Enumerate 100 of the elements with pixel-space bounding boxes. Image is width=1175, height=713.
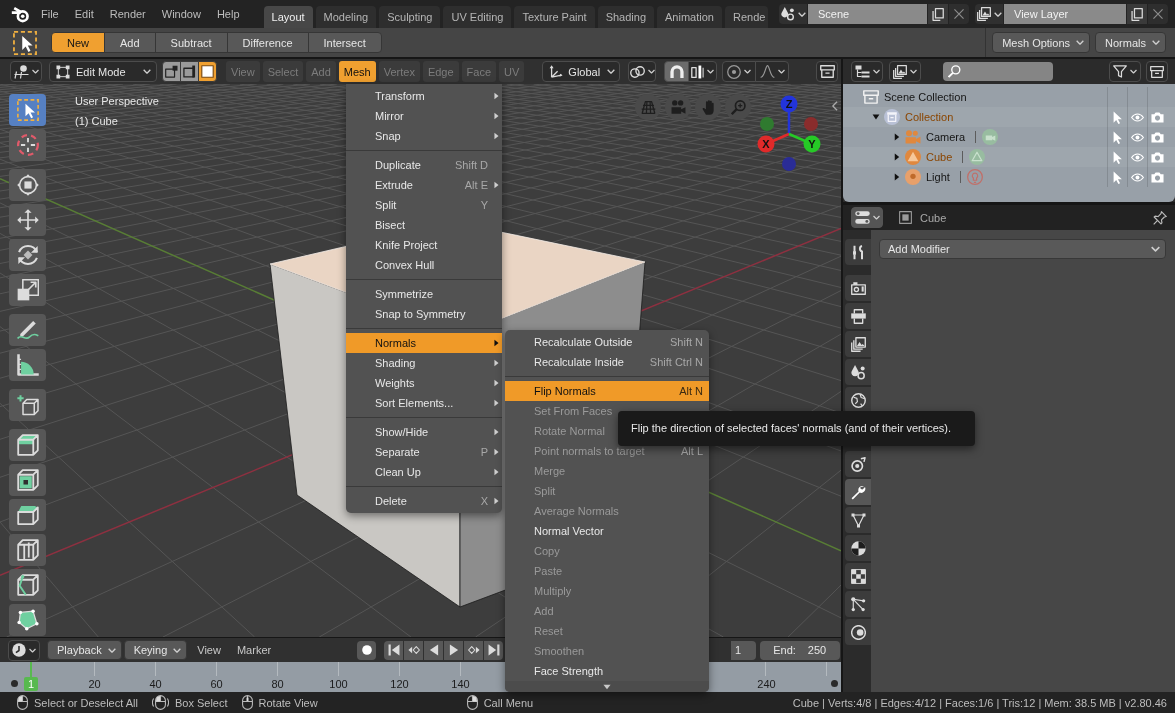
disclosure-triangle-icon[interactable] [894, 173, 900, 181]
editor-type-button[interactable] [8, 639, 40, 661]
workspace-tab[interactable]: Texture Paint [514, 6, 595, 28]
menu-item[interactable]: Knife Project [346, 235, 502, 255]
playback-button[interactable] [464, 640, 484, 660]
outliner-item[interactable]: Light [843, 167, 1175, 187]
select-mode-button[interactable] [180, 61, 199, 82]
snap-target-dropdown[interactable] [688, 61, 718, 82]
tool-button[interactable] [9, 314, 46, 346]
properties-tab[interactable] [845, 479, 871, 505]
browse-button[interactable] [779, 4, 807, 24]
menu-item[interactable]: Extrude Alt E [346, 175, 502, 195]
mode-button[interactable]: Difference [226, 32, 309, 53]
menu-item[interactable]: Snap [346, 126, 502, 146]
playback-button[interactable] [404, 640, 424, 660]
disclosure-triangle-icon[interactable] [894, 153, 900, 161]
menu-button[interactable]: File [33, 4, 67, 24]
properties-tab[interactable] [845, 535, 871, 561]
display-mode-dropdown[interactable] [851, 61, 883, 82]
workspace-tab[interactable]: Animation [657, 6, 722, 28]
proportional-edit-toggle[interactable] [722, 61, 757, 82]
menu-item[interactable]: Recalculate Outside Shift N [505, 332, 709, 352]
add-modifier-dropdown[interactable]: Add Modifier [879, 239, 1166, 259]
unlink-button[interactable] [949, 4, 969, 24]
menu-item[interactable]: Split Y [346, 195, 502, 215]
tool-button[interactable] [9, 349, 46, 381]
filter-dropdown[interactable] [1109, 61, 1141, 82]
properties-tab[interactable] [845, 619, 871, 645]
playback-button[interactable] [484, 640, 504, 660]
camera-icon[interactable] [1151, 130, 1164, 144]
axis-handle[interactable]: X [757, 132, 790, 153]
properties-tab[interactable] [845, 239, 871, 265]
workspace-tab[interactable]: UV Editing [443, 6, 512, 28]
tool-button[interactable] [9, 604, 46, 636]
axis-handle[interactable] [782, 157, 796, 171]
view-layer-dropdown[interactable] [889, 61, 921, 82]
tool-button[interactable] [9, 204, 46, 236]
cursor-arrow-icon[interactable] [1111, 170, 1124, 184]
menu-button[interactable]: Marker [228, 644, 280, 656]
properties-tab[interactable] [845, 275, 871, 301]
workspace-tab[interactable]: Sculpting [379, 6, 441, 28]
tool-button[interactable] [9, 169, 46, 201]
mode-button[interactable]: Subtract [154, 32, 228, 53]
menu-item[interactable]: Snap to Symmetry [346, 304, 502, 324]
menu-button[interactable]: Edit [66, 4, 102, 24]
cursor-arrow-icon[interactable] [1111, 130, 1124, 144]
tool-button[interactable] [9, 534, 46, 566]
playback-button[interactable] [384, 640, 404, 660]
properties-tab[interactable] [845, 451, 871, 477]
axis-handle[interactable]: Y [788, 132, 821, 153]
properties-tab[interactable] [845, 331, 871, 357]
menu-button[interactable]: View [189, 644, 229, 656]
menu-button[interactable]: Help [208, 4, 248, 24]
header-menu[interactable]: Mesh [338, 61, 376, 82]
menu-item[interactable]: Bisect [346, 215, 502, 235]
tool-button[interactable] [9, 239, 46, 271]
collapse-button[interactable] [816, 61, 838, 82]
start-frame-field[interactable]: 1 [731, 640, 757, 660]
properties-tab[interactable] [845, 303, 871, 329]
falloff-dropdown[interactable] [755, 61, 790, 82]
disclosure-triangle-icon[interactable] [894, 133, 900, 141]
menu-item[interactable]: Normal Vector [505, 521, 709, 541]
menu-item[interactable]: Recalculate Inside Shift Ctrl N [505, 352, 709, 372]
workspace-tab[interactable]: Rende [724, 6, 769, 28]
tool-button[interactable] [9, 464, 46, 496]
playback-button[interactable] [444, 640, 464, 660]
mode-dropdown[interactable]: Edit Mode [49, 61, 157, 82]
select-box-icon[interactable] [13, 30, 37, 55]
dropdown-button[interactable]: Mesh Options [992, 32, 1091, 53]
properties-tab[interactable] [845, 507, 871, 533]
unlink-button[interactable] [1148, 4, 1168, 24]
scroll-handle-icon[interactable] [831, 680, 838, 687]
dropdown-button[interactable]: Keying [123, 640, 188, 660]
eye-icon[interactable] [1131, 130, 1144, 144]
menu-item[interactable]: Weights [346, 373, 502, 393]
duplicate-button[interactable] [928, 4, 948, 24]
dropdown-button[interactable]: Playback [47, 640, 122, 660]
camera-icon[interactable] [1151, 170, 1164, 184]
tool-button[interactable] [9, 274, 46, 306]
menu-item[interactable]: Duplicate Shift D [346, 155, 502, 175]
tool-button[interactable] [9, 499, 46, 531]
menu-item[interactable]: Symmetrize [346, 284, 502, 304]
menu-item[interactable]: Shading [346, 353, 502, 373]
axis-handle[interactable] [804, 117, 818, 131]
disclosure-triangle-icon[interactable] [872, 114, 880, 120]
workspace-tab[interactable]: Modeling [315, 6, 377, 28]
properties-tab[interactable] [845, 359, 871, 385]
mode-button[interactable]: Intersect [307, 32, 382, 53]
chevron-left-icon[interactable] [832, 101, 838, 111]
editor-type-button[interactable] [851, 207, 883, 228]
dropdown-button[interactable]: Normals [1095, 32, 1166, 53]
new-collection-button[interactable] [1146, 61, 1168, 82]
pivot-dropdown[interactable] [628, 61, 657, 82]
snap-toggle[interactable] [664, 61, 690, 82]
select-mode-button[interactable] [198, 61, 217, 82]
axis-handle[interactable] [760, 117, 774, 131]
menu-item[interactable]: Separate P [346, 442, 502, 462]
menu-item[interactable]: Sort Elements... [346, 393, 502, 413]
tool-button[interactable] [9, 569, 46, 601]
record-button[interactable] [357, 640, 377, 660]
